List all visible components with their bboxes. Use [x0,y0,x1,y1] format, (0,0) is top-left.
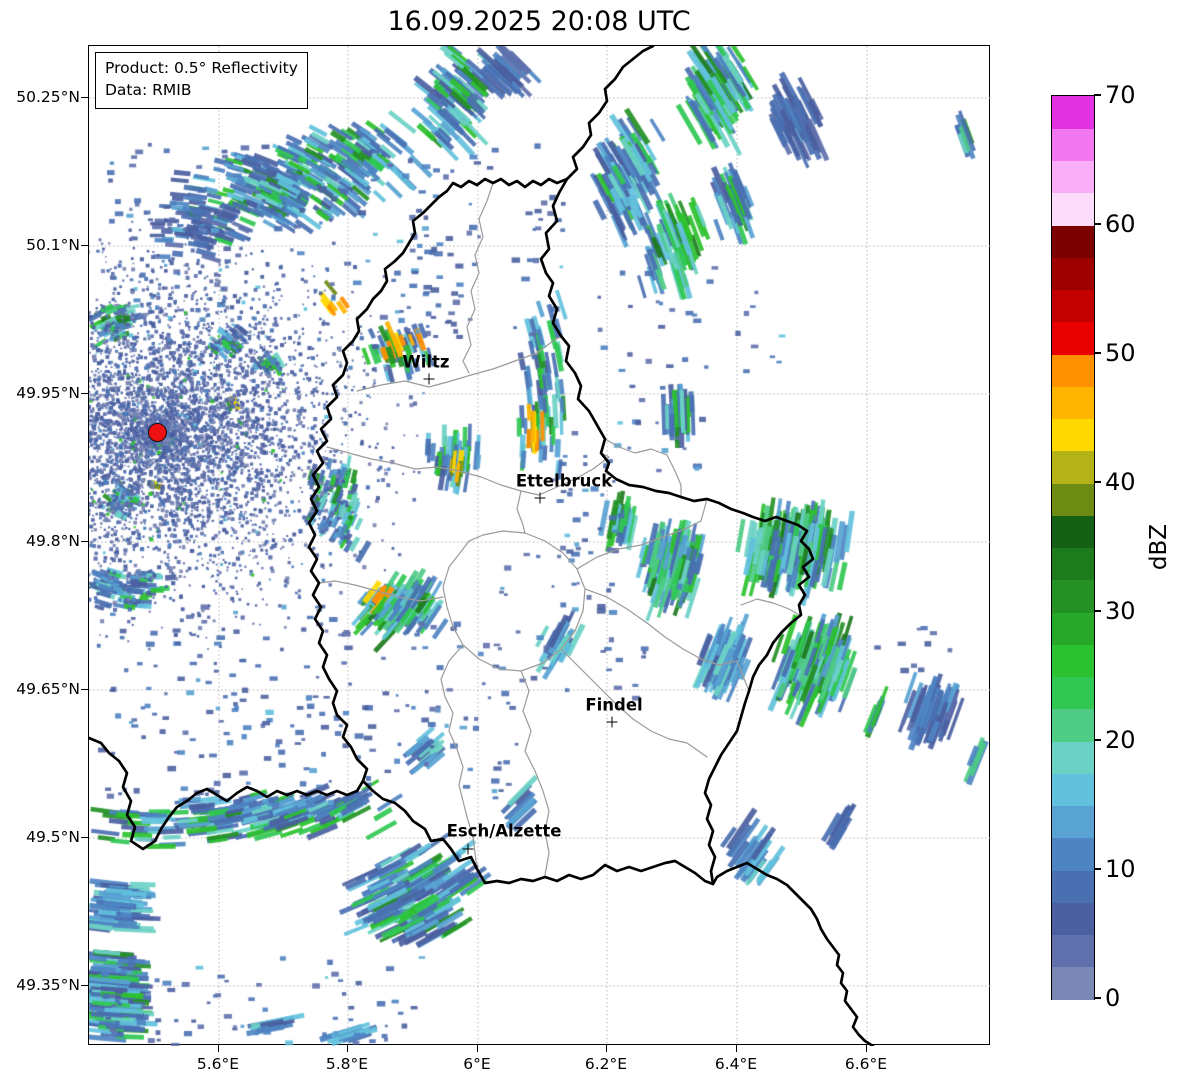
x-tick-label: 6.6°E [844,1055,888,1073]
y-tick-mark [81,836,88,838]
colorbar-tick-mark [1094,223,1101,225]
colorbar-tick-mark [1094,868,1101,870]
colorbar-segment [1052,934,1094,968]
colorbar-segment [1052,257,1094,290]
map-panel: Wiltz Ettelbruck Findel Esch/Alzette Produc… [88,45,991,1046]
colorbar-tick-mark [1094,481,1101,483]
y-tick-mark [81,540,88,542]
colorbar-segment [1052,418,1094,452]
colorbar-segment [1052,128,1094,161]
city-label: Findel [585,695,643,715]
colorbar-segment [1052,644,1094,677]
product-line: Product: 0.5° Reflectivity [105,59,298,77]
colorbar-tick-label: 10 [1105,855,1136,883]
x-tick-mark [865,1045,867,1052]
colorbar-segment [1052,966,1094,1000]
colorbar-tick-mark [1094,352,1101,354]
x-tick-label: 5.8°E [325,1055,369,1073]
y-tick-mark [81,688,88,690]
colorbar-segment [1052,902,1094,935]
city-label: Esch/Alzette [446,821,562,841]
colorbar-segment [1052,192,1094,226]
colorbar-tick-label: 50 [1105,339,1136,367]
colorbar-segment [1052,354,1094,387]
colorbar-tick-mark [1094,739,1101,741]
y-tick-mark [81,244,88,246]
radar-site-marker [147,422,167,442]
map-labels-layer: Wiltz Ettelbruck Findel Esch/Alzette [89,46,989,1044]
x-tick-mark [346,1045,348,1052]
colorbar-tick-mark [1094,997,1101,999]
city-marker-icon [462,843,474,855]
city-marker-icon [423,373,435,385]
colorbar-segment [1052,321,1094,355]
radar-figure: 16.09.2025 20:08 UTC Wiltz Ettelbruck Find… [0,0,1184,1081]
colorbar-unit-label: dBZ [1146,523,1172,570]
colorbar-segment [1052,225,1094,258]
y-tick-mark [81,984,88,986]
data-source-line: Data: RMIB [105,81,192,100]
y-tick-label: 49.5°N [26,828,80,846]
x-tick-mark [476,1045,478,1052]
colorbar-tick-label: 40 [1105,468,1136,496]
colorbar-segment [1052,805,1094,839]
colorbar-tick-label: 70 [1105,81,1136,109]
colorbar-segment [1052,708,1094,742]
colorbar-segment [1052,386,1094,419]
colorbar-tick-label: 60 [1105,210,1136,238]
colorbar-segment [1052,579,1094,613]
colorbar-tick-mark [1094,610,1101,612]
y-tick-label: 50.1°N [26,236,80,254]
colorbar-tick-label: 0 [1105,984,1121,1012]
x-tick-mark [605,1045,607,1052]
x-tick-label: 6.4°E [714,1055,758,1073]
y-tick-label: 49.35°N [16,976,80,994]
y-tick-mark [81,96,88,98]
colorbar-segment [1052,741,1094,774]
x-tick-label: 5.6°E [196,1055,240,1073]
x-tick-label: 6.2°E [584,1055,628,1073]
y-tick-label: 49.95°N [16,384,80,402]
colorbar-segment [1052,450,1094,484]
city-marker-icon [606,716,618,728]
colorbar-tick-label: 30 [1105,597,1136,625]
colorbar-segment [1052,160,1094,194]
colorbar-tick-label: 20 [1105,726,1136,754]
colorbar-segment [1052,870,1094,903]
product-info-box: Product: 0.5° Reflectivity Data: RMIB [95,52,308,109]
colorbar-segment [1052,773,1094,806]
x-tick-mark [217,1045,219,1052]
colorbar-segment [1052,483,1094,516]
colorbar-segment [1052,515,1094,548]
colorbar-segment [1052,96,1094,129]
colorbar-segment [1052,676,1094,710]
y-tick-label: 49.65°N [16,680,80,698]
y-tick-label: 49.8°N [26,532,80,550]
colorbar-segment [1052,612,1094,645]
colorbar-tick-mark [1094,94,1101,96]
x-tick-label: 6°E [463,1055,491,1073]
city-label: Ettelbruck [515,471,613,491]
x-tick-mark [735,1045,737,1052]
colorbar-segment [1052,837,1094,871]
colorbar [1051,95,1095,1000]
y-tick-label: 50.25°N [16,88,80,106]
colorbar-segment [1052,547,1094,581]
y-tick-mark [81,392,88,394]
city-marker-icon [534,492,546,504]
city-label: Wiltz [402,352,450,372]
figure-title: 16.09.2025 20:08 UTC [387,6,691,37]
colorbar-segment [1052,289,1094,323]
